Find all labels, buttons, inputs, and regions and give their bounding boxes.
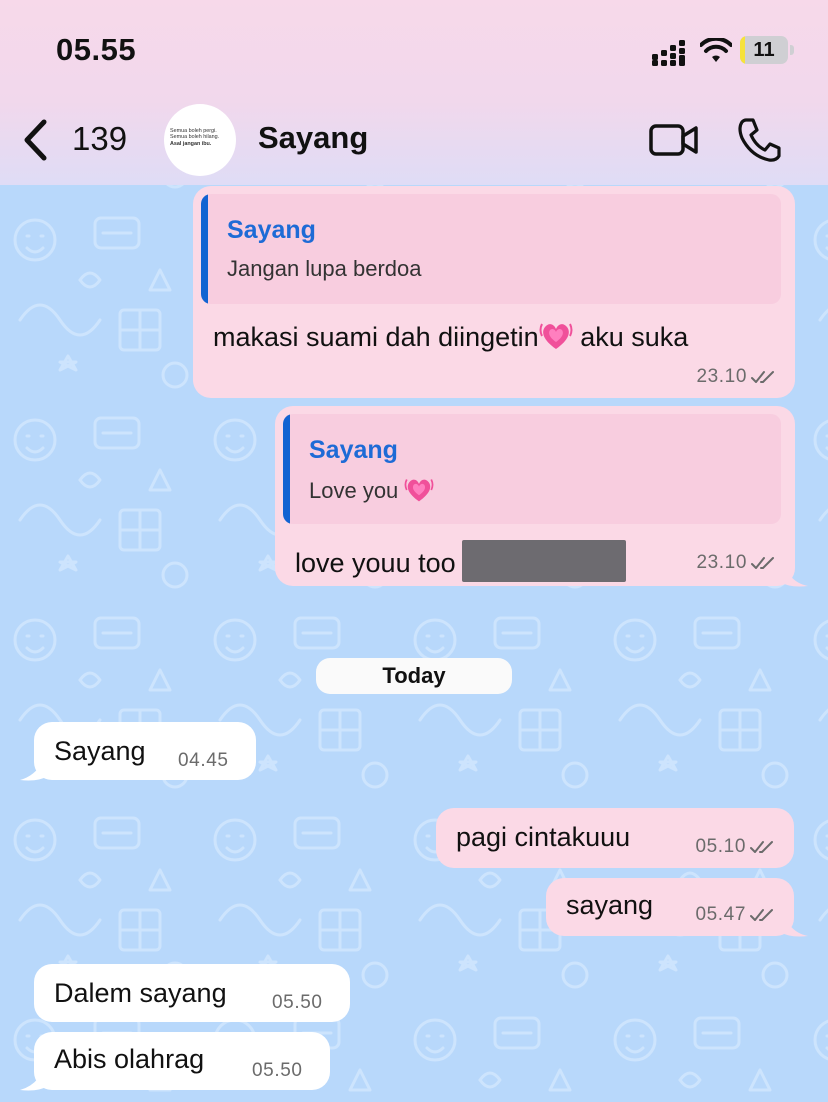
avatar-caption: Semua boleh pergi. Semua boleh hilang. A…: [170, 128, 230, 147]
message-bubble-outgoing[interactable]: Sayang Jangan lupa berdoa makasi suami d…: [193, 186, 795, 398]
contact-name[interactable]: Sayang: [258, 120, 368, 156]
message-time: 04.45: [178, 750, 229, 771]
message-text: Abis olahrag: [54, 1044, 205, 1074]
message-text: makasi suami dah diingetin aku suka: [213, 320, 688, 353]
message-bubble-incoming[interactable]: Sayang 04.45: [34, 722, 256, 780]
reply-quote-bar: [283, 414, 290, 524]
message-time: 05.10: [695, 836, 746, 857]
phone-call-icon[interactable]: [736, 116, 782, 164]
message-meta: 05.10: [695, 836, 776, 858]
date-separator: Today: [316, 658, 512, 694]
message-meta: 05.47: [695, 904, 776, 926]
cellular-signal-icon: [652, 40, 685, 66]
message-bubble-incoming[interactable]: Dalem sayang 05.50: [34, 964, 350, 1022]
message-time: 05.50: [272, 992, 323, 1013]
double-check-icon: [751, 556, 774, 569]
battery-icon: 11: [740, 36, 788, 64]
reply-quote-text-part: Love you: [309, 478, 399, 503]
reply-quote[interactable]: Sayang Love you: [283, 414, 781, 524]
reply-quote-author: Sayang: [309, 436, 398, 464]
message-time: 23.10: [696, 552, 747, 573]
message-text: Dalem sayang: [54, 978, 227, 1008]
message-text: sayang: [566, 890, 654, 920]
message-bubble-incoming[interactable]: Abis olahrag 05.50: [34, 1032, 330, 1090]
reply-quote-text: Love you: [309, 476, 434, 504]
avatar-caption-line: Asal jangan ibu.: [170, 140, 212, 147]
message-text-part: love youu too: [295, 548, 456, 578]
chat-header: 05.55 11 139 Semua boleh pergi. Semua bo…: [0, 0, 828, 185]
message-text-part: makasi suami dah diingetin: [213, 322, 539, 352]
message-text-part: aku suka: [572, 322, 689, 352]
status-time: 05.55: [56, 32, 137, 67]
growing-heart-emoji-icon: [404, 479, 434, 502]
reply-quote-bar: [201, 194, 208, 304]
double-check-icon: [750, 908, 773, 921]
growing-heart-emoji-icon: [539, 323, 573, 349]
unread-count: 139: [72, 120, 128, 157]
message-bubble-outgoing[interactable]: pagi cintakuuu 05.10: [436, 808, 794, 868]
message-time: 05.47: [695, 904, 746, 925]
reply-quote-author: Sayang: [227, 216, 316, 244]
reply-quote[interactable]: Sayang Jangan lupa berdoa: [201, 194, 781, 304]
message-text: pagi cintakuuu: [456, 822, 631, 852]
message-time: 23.10: [696, 366, 747, 387]
message-bubble-outgoing[interactable]: sayang 05.47: [546, 878, 794, 936]
contact-avatar[interactable]: Semua boleh pergi. Semua boleh hilang. A…: [164, 104, 236, 176]
message-time: 05.50: [252, 1060, 303, 1081]
back-button[interactable]: 139: [22, 112, 142, 168]
message-text: Sayang: [54, 736, 146, 766]
message-text: love youu too: [295, 540, 626, 582]
battery-nub: [790, 45, 794, 55]
double-check-icon: [750, 840, 773, 853]
redacted-block: [461, 540, 626, 582]
message-meta: 23.10: [696, 366, 777, 388]
chevron-left-icon: [24, 119, 47, 161]
video-call-icon[interactable]: [648, 120, 700, 160]
battery-level: 11: [753, 39, 775, 61]
double-check-icon: [751, 370, 774, 383]
wifi-icon: [700, 38, 732, 62]
message-bubble-outgoing[interactable]: Sayang Love you love youu too 23.10: [275, 406, 795, 586]
reply-quote-text: Jangan lupa berdoa: [227, 256, 422, 281]
message-meta: 23.10: [696, 552, 777, 574]
